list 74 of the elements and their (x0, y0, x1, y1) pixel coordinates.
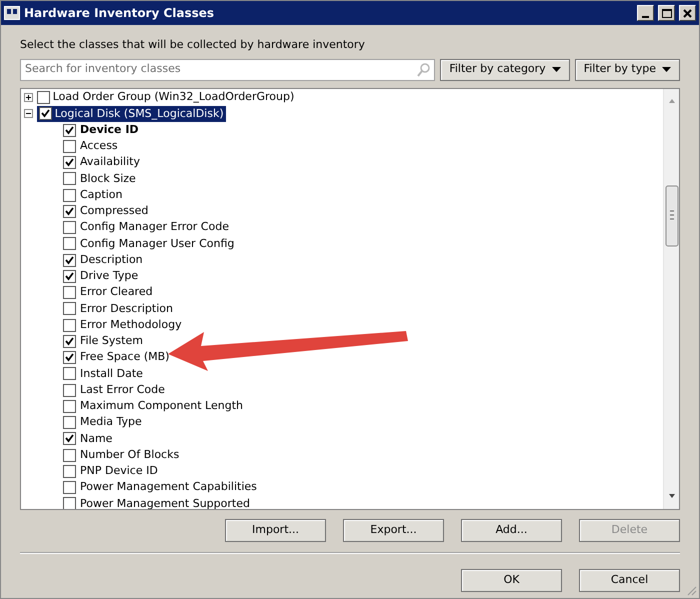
property-item[interactable]: Compressed (80, 203, 148, 220)
dialog-button[interactable]: Cancel (579, 568, 680, 592)
close-icon (683, 8, 692, 18)
property-item[interactable]: Error Description (80, 300, 173, 318)
checkbox[interactable] (63, 254, 76, 267)
property-item[interactable]: Power Management Capabilities (80, 479, 257, 496)
property-item[interactable]: PNP Device ID (80, 463, 158, 480)
search-icon (417, 62, 430, 76)
property-item[interactable]: Availability (80, 154, 140, 171)
checkbox[interactable] (63, 334, 76, 348)
property-item[interactable]: Last Error Code (80, 382, 165, 398)
checkbox[interactable] (63, 416, 76, 430)
checkbox[interactable] (39, 107, 52, 120)
action-button[interactable]: Import... (225, 518, 326, 542)
action-button[interactable]: Add... (461, 518, 562, 542)
checkbox[interactable] (63, 286, 76, 300)
checkbox[interactable] (63, 172, 76, 186)
property-item[interactable]: Description (80, 252, 143, 268)
property-item[interactable]: Name (80, 430, 112, 448)
checkbox[interactable] (63, 464, 76, 478)
property-item[interactable]: Drive Type (80, 268, 138, 285)
checkbox[interactable] (63, 384, 76, 397)
window-icon (4, 6, 20, 20)
property-item[interactable]: File System (80, 333, 143, 350)
checkbox[interactable] (63, 140, 76, 153)
close-button[interactable] (679, 5, 696, 21)
checkbox[interactable] (63, 481, 76, 494)
property-item[interactable]: Number Of Blocks (80, 446, 180, 464)
caret-icon (552, 67, 561, 72)
maximize-button[interactable] (658, 5, 675, 21)
property-item[interactable]: Free Space (MB) (80, 349, 170, 366)
property-item[interactable]: Error Cleared (80, 284, 153, 301)
property-item[interactable]: Device ID (80, 122, 139, 138)
minimize-button[interactable] (637, 5, 654, 21)
checkbox[interactable] (63, 497, 76, 508)
checkbox[interactable] (63, 204, 76, 218)
checkbox[interactable] (63, 237, 76, 250)
resize-grip-icon (686, 585, 697, 596)
collapse-icon[interactable] (24, 109, 33, 118)
checkbox[interactable] (63, 432, 76, 446)
property-item[interactable]: Maximum Component Length (80, 398, 243, 415)
property-item[interactable]: Config Manager Error Code (80, 219, 229, 236)
dialog-button[interactable]: OK (461, 568, 562, 592)
property-item[interactable]: Caption (80, 186, 122, 204)
caret-icon (662, 67, 671, 72)
property-item[interactable]: Block Size (80, 170, 136, 188)
maximize-icon (662, 8, 672, 18)
action-button[interactable]: Export... (343, 518, 444, 542)
checkbox[interactable] (63, 351, 76, 364)
filter-dropdown[interactable]: Filter by category (440, 58, 570, 80)
scrollbar[interactable] (663, 88, 679, 508)
property-item[interactable]: Media Type (80, 414, 142, 431)
checkbox[interactable] (63, 318, 76, 332)
checkbox[interactable] (63, 400, 76, 413)
property-item[interactable]: Install Date (80, 366, 143, 382)
checkbox[interactable] (63, 156, 76, 170)
checkbox[interactable] (63, 448, 76, 462)
checkbox[interactable] (63, 302, 76, 316)
window-title: Hardware Inventory Classes (24, 5, 216, 22)
minimize-icon (642, 16, 649, 18)
property-item[interactable]: Config Manager User Config (80, 236, 234, 252)
filter-dropdown[interactable]: Filter by type (574, 58, 680, 80)
search-field[interactable]: Search for inventory classes (20, 58, 436, 80)
checkbox[interactable] (63, 221, 76, 234)
property-item[interactable]: Access (80, 138, 118, 155)
checkbox[interactable] (63, 124, 76, 137)
expand-icon[interactable] (24, 93, 33, 102)
property-item[interactable]: Error Methodology (80, 316, 182, 334)
tree-item[interactable]: Load Order Group (Win32_LoadOrderGroup) (52, 89, 294, 106)
instruction-text: Select the classes that will be collected by hardware inventory (20, 37, 366, 53)
checkbox[interactable] (63, 367, 76, 380)
checkbox[interactable] (63, 188, 76, 202)
checkbox[interactable] (63, 270, 76, 283)
checkbox[interactable] (37, 91, 50, 104)
